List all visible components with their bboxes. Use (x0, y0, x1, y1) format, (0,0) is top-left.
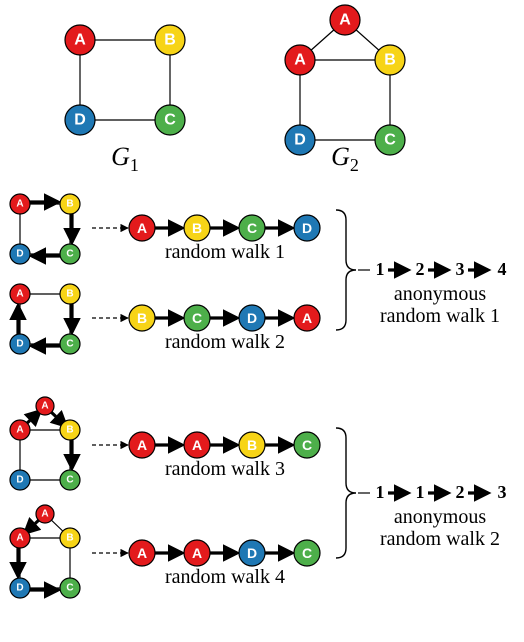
svg-text:B: B (247, 437, 257, 453)
arw2-caption-l1: anonymous (394, 506, 486, 528)
svg-text:A: A (16, 199, 23, 210)
svg-text:G2: G2 (331, 142, 359, 175)
svg-text:1: 1 (376, 482, 385, 502)
graph-G1: A B C D (65, 25, 185, 135)
arw2-caption-l2: random walk 2 (380, 528, 500, 550)
svg-text:B: B (66, 425, 73, 436)
svg-text:3: 3 (456, 259, 465, 279)
svg-text:C: C (66, 583, 73, 594)
svg-text:A: A (16, 289, 23, 300)
figure: A B C D G1 A A B C D G2 A B C D (0, 0, 524, 642)
g1-A: A (74, 32, 86, 49)
svg-text:A: A (41, 509, 48, 520)
g1-B: B (164, 32, 176, 49)
svg-text:D: D (16, 583, 23, 594)
mini-graph-rw3: A A B C D (10, 397, 80, 490)
arw1-caption-l1: anonymous (394, 283, 486, 305)
g2-A: A (294, 52, 306, 69)
mini-graph-rw4: A A B C D (10, 505, 80, 598)
svg-text:A: A (41, 401, 48, 412)
g1-label: G (111, 142, 130, 171)
seq-rw3: A A B C (129, 432, 320, 458)
seq-rw1: A B C D (129, 215, 320, 241)
svg-text:2: 2 (456, 482, 465, 502)
svg-text:D: D (16, 249, 23, 260)
svg-text:4: 4 (498, 259, 507, 279)
g1-sub: 1 (130, 155, 139, 175)
svg-text:1: 1 (416, 482, 425, 502)
svg-text:C: C (66, 249, 73, 260)
seq-arw2: 1 1 2 3 (376, 482, 507, 502)
g2-label: G (331, 142, 350, 171)
svg-text:C: C (192, 310, 202, 326)
g1-C: C (164, 112, 176, 129)
svg-text:A: A (137, 545, 147, 561)
rw3-caption: random walk 3 (165, 458, 285, 480)
seq-rw2: B C D A (129, 305, 320, 331)
g2-sub: 2 (350, 155, 359, 175)
svg-text:D: D (247, 545, 257, 561)
g1-D: D (74, 112, 86, 129)
g2-D: D (294, 132, 306, 149)
svg-text:C: C (302, 437, 312, 453)
svg-text:A: A (137, 437, 147, 453)
g2-Atop: A (339, 12, 351, 29)
svg-text:D: D (302, 220, 312, 236)
svg-text:A: A (192, 545, 202, 561)
svg-text:B: B (66, 199, 73, 210)
svg-text:A: A (16, 425, 23, 436)
svg-text:A: A (302, 310, 312, 326)
svg-text:D: D (247, 310, 257, 326)
svg-text:D: D (16, 475, 23, 486)
g2-C: C (384, 132, 396, 149)
svg-text:C: C (66, 339, 73, 350)
svg-text:A: A (137, 220, 147, 236)
svg-text:C: C (66, 475, 73, 486)
mini-graph-rw1: A B C D (10, 194, 80, 264)
svg-text:2: 2 (416, 259, 425, 279)
svg-text:B: B (66, 533, 73, 544)
svg-text:C: C (302, 545, 312, 561)
svg-text:1: 1 (376, 259, 385, 279)
g2-B: B (384, 52, 396, 69)
svg-text:B: B (192, 220, 202, 236)
seq-rw4: A A D C (129, 540, 320, 566)
mini-graph-rw2: A B C D (10, 284, 80, 354)
seq-arw1: 1 2 3 4 (376, 259, 507, 279)
arw1-caption-l2: random walk 1 (380, 305, 500, 327)
svg-text:B: B (137, 310, 147, 326)
rw4-caption: random walk 4 (165, 566, 285, 588)
svg-text:3: 3 (498, 482, 507, 502)
rw2-caption: random walk 2 (165, 331, 285, 353)
brace-icon (336, 210, 356, 330)
rw1-caption: random walk 1 (165, 241, 285, 263)
graph-G2: A A B C D (285, 5, 405, 155)
svg-text:A: A (192, 437, 202, 453)
svg-text:D: D (16, 339, 23, 350)
svg-text:B: B (66, 289, 73, 300)
svg-text:C: C (247, 220, 257, 236)
svg-text:G1: G1 (111, 142, 139, 175)
brace-icon (336, 428, 356, 558)
svg-text:A: A (16, 533, 23, 544)
